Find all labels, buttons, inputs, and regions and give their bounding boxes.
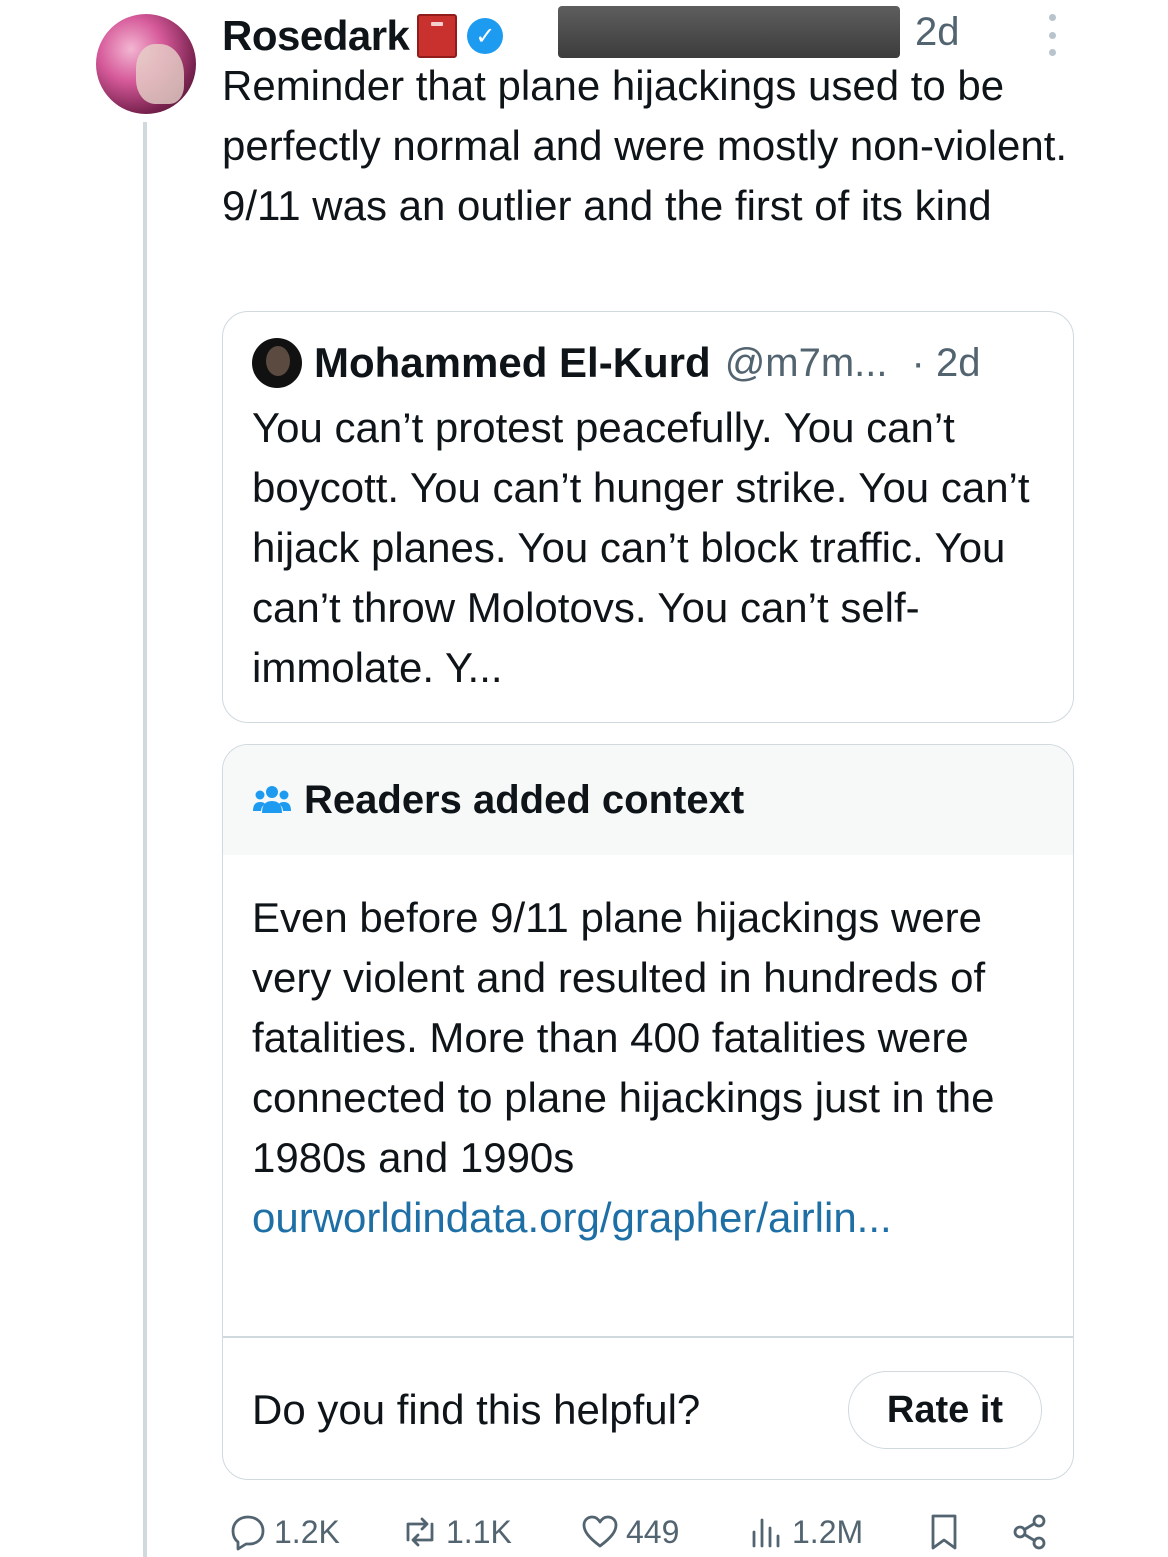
author-name[interactable]: Rosedark xyxy=(222,12,410,60)
quoted-tweet-time: · 2d xyxy=(911,340,981,385)
people-icon xyxy=(253,786,291,813)
bookmark-icon xyxy=(931,1514,957,1550)
community-note-title: Readers added context xyxy=(304,777,745,822)
repost-icon xyxy=(406,1517,434,1547)
redacted-handle xyxy=(558,6,900,58)
community-note-title-row: Readers added context xyxy=(252,772,744,828)
like-count: 449 xyxy=(626,1513,680,1550)
community-note-body: Even before 9/11 plane hijackings were v… xyxy=(252,894,995,1181)
rate-it-button[interactable]: Rate it xyxy=(848,1371,1042,1449)
book-icon xyxy=(417,14,458,58)
thread-line xyxy=(143,122,147,1557)
tweet-time[interactable]: 2d xyxy=(915,10,960,55)
reply-count: 1.2K xyxy=(274,1513,340,1550)
views-action[interactable]: 1.2M xyxy=(746,1508,863,1556)
quoted-author-avatar xyxy=(252,338,302,388)
author-avatar[interactable] xyxy=(96,14,196,114)
bookmark-action[interactable] xyxy=(924,1508,964,1556)
repost-count: 1.1K xyxy=(446,1513,512,1550)
reply-action[interactable]: 1.2K xyxy=(228,1508,340,1556)
views-count: 1.2M xyxy=(792,1513,864,1550)
quoted-tweet-header: Mohammed El-Kurd @m7m... · 2d xyxy=(252,335,980,391)
more-options-icon[interactable] xyxy=(1045,14,1059,56)
views-bar-chart-icon xyxy=(752,1518,780,1548)
quoted-author-handle: @m7m... xyxy=(724,340,888,385)
quoted-author-name: Mohammed El-Kurd xyxy=(314,339,711,386)
community-note-divider xyxy=(222,1336,1074,1338)
repost-action[interactable]: 1.1K xyxy=(400,1508,512,1556)
verified-badge-icon: ✓ xyxy=(467,18,504,54)
reply-icon xyxy=(231,1515,265,1551)
community-note-link[interactable]: ourworldindata.org/grapher/airlin... xyxy=(252,1194,892,1241)
like-action[interactable]: 449 xyxy=(580,1508,679,1556)
tweet-text: Reminder that plane hijackings used to b… xyxy=(222,62,1068,229)
share-icon xyxy=(1013,1514,1046,1550)
share-action[interactable] xyxy=(1010,1508,1050,1556)
heart-icon xyxy=(582,1515,618,1548)
community-note-text: Even before 9/11 plane hijackings were v… xyxy=(252,888,1052,1248)
quoted-tweet-text: You can’t protest peacefully. You can’t … xyxy=(252,404,1030,691)
helpful-question: Do you find this helpful? xyxy=(252,1386,701,1433)
